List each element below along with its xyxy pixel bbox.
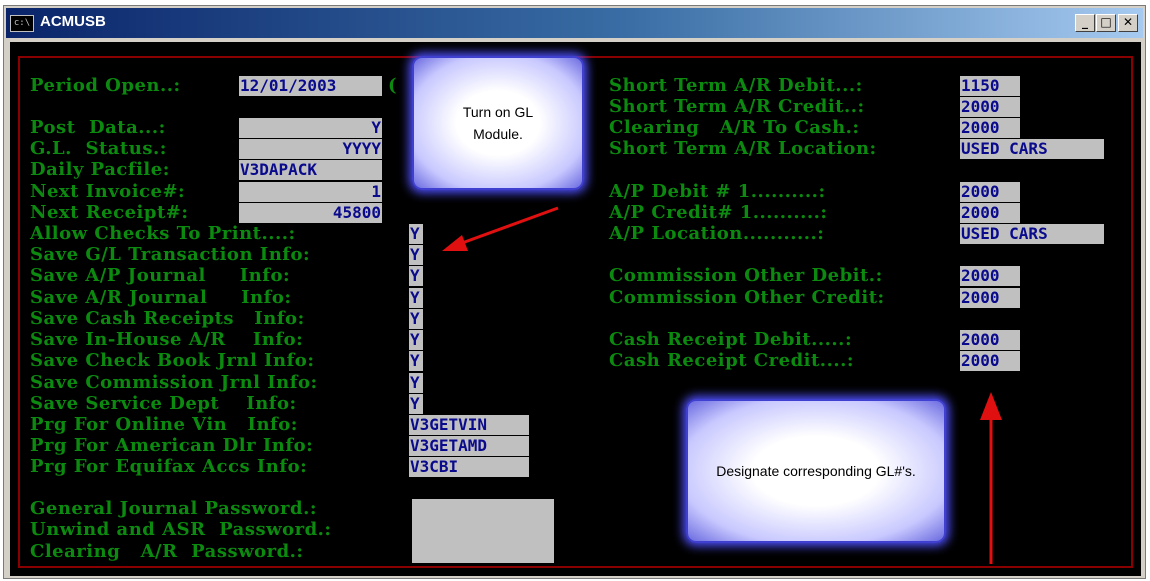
arrow-left-icon xyxy=(442,206,559,251)
minimize-button[interactable]: _ xyxy=(1075,14,1095,32)
maximize-button[interactable]: □ xyxy=(1096,14,1116,32)
window-title: ACMUSB xyxy=(40,13,106,30)
console-icon: c:\ xyxy=(10,15,34,32)
annotation-arrows xyxy=(442,206,1002,564)
close-button[interactable]: ✕ xyxy=(1118,14,1138,32)
console-window: c:\ ACMUSB _ □ ✕ Period Open..: 12/01/20… xyxy=(3,5,1146,579)
title-bar[interactable]: c:\ ACMUSB _ □ ✕ xyxy=(6,8,1143,38)
console-screen: Period Open..: 12/01/2003 ( Post Data...… xyxy=(10,42,1141,576)
arrow-up-icon xyxy=(980,392,1002,564)
